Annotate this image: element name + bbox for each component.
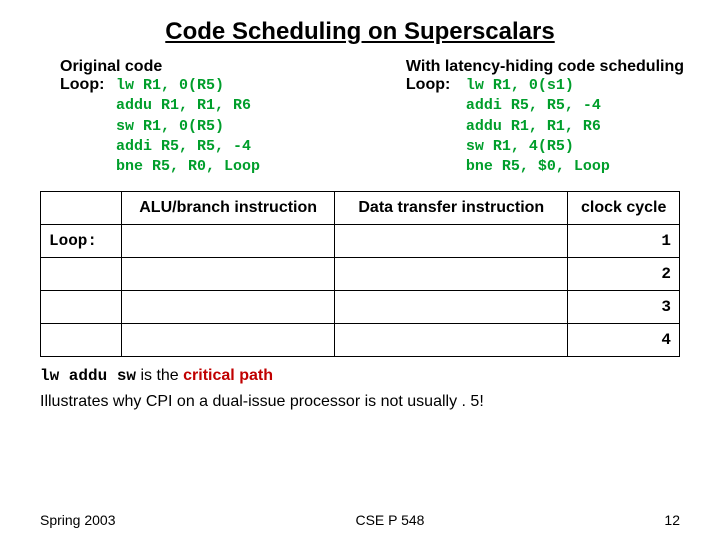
table-row: Loop: 1 (41, 225, 680, 258)
table-row: 2 (41, 258, 680, 291)
cell-cycle: 4 (568, 324, 680, 357)
cell-alu (122, 291, 335, 324)
mono-seq: lw addu sw (40, 367, 136, 385)
code-columns: Original code Loop: lw R1, 0(R5) addu R1… (0, 46, 720, 185)
footer-left: Spring 2003 (40, 512, 116, 528)
orig-code-line-4: bne R5, R0, Loop (116, 157, 260, 177)
cell-alu (122, 324, 335, 357)
mid-text: is the (136, 367, 183, 384)
footer: Spring 2003 CSE P 548 12 (0, 512, 720, 528)
loop-label-left: Loop: (60, 76, 116, 96)
sched-code-line-3: sw R1, 4(R5) (466, 137, 684, 157)
original-code-header: Original code (60, 58, 260, 76)
scheduled-code-header: With latency-hiding code scheduling (406, 58, 684, 76)
footer-right: 12 (664, 512, 680, 528)
cell-cycle: 2 (568, 258, 680, 291)
orig-code-line-3: addi R5, R5, -4 (116, 137, 260, 157)
orig-code-line-0: lw R1, 0(R5) (116, 76, 224, 96)
bottom-notes: lw addu sw is the critical path Illustra… (0, 357, 720, 411)
cell-loop (41, 258, 122, 291)
cpi-note: Illustrates why CPI on a dual-issue proc… (40, 393, 680, 411)
cell-alu (122, 225, 335, 258)
sched-code-line-1: addi R5, R5, -4 (466, 96, 684, 116)
th-data: Data transfer instruction (335, 192, 568, 225)
footer-center: CSE P 548 (355, 512, 424, 528)
table-row: 4 (41, 324, 680, 357)
critical-path-line: lw addu sw is the critical path (40, 367, 680, 385)
cell-data (335, 258, 568, 291)
cell-cycle: 1 (568, 225, 680, 258)
schedule-table: ALU/branch instruction Data transfer ins… (40, 191, 680, 357)
orig-code-line-1: addu R1, R1, R6 (116, 96, 260, 116)
critical-path-text: critical path (183, 367, 273, 384)
cell-loop (41, 291, 122, 324)
sched-code-line-2: addu R1, R1, R6 (466, 117, 684, 137)
cell-cycle: 3 (568, 291, 680, 324)
sched-code-line-4: bne R5, $0, Loop (466, 157, 684, 177)
th-empty (41, 192, 122, 225)
cell-loop (41, 324, 122, 357)
table-row: 3 (41, 291, 680, 324)
cell-data (335, 291, 568, 324)
orig-code-line-2: sw R1, 0(R5) (116, 117, 260, 137)
th-cycle: clock cycle (568, 192, 680, 225)
cell-data (335, 225, 568, 258)
sched-code-line-0: lw R1, 0(s1) (466, 76, 574, 96)
slide-title: Code Scheduling on Superscalars (0, 0, 720, 46)
cell-data (335, 324, 568, 357)
th-alu: ALU/branch instruction (122, 192, 335, 225)
loop-label-right: Loop: (406, 76, 466, 96)
cell-loop: Loop: (41, 225, 122, 258)
scheduled-code-block: With latency-hiding code scheduling Loop… (406, 58, 684, 177)
table-header-row: ALU/branch instruction Data transfer ins… (41, 192, 680, 225)
original-code-block: Original code Loop: lw R1, 0(R5) addu R1… (60, 58, 260, 177)
cell-alu (122, 258, 335, 291)
